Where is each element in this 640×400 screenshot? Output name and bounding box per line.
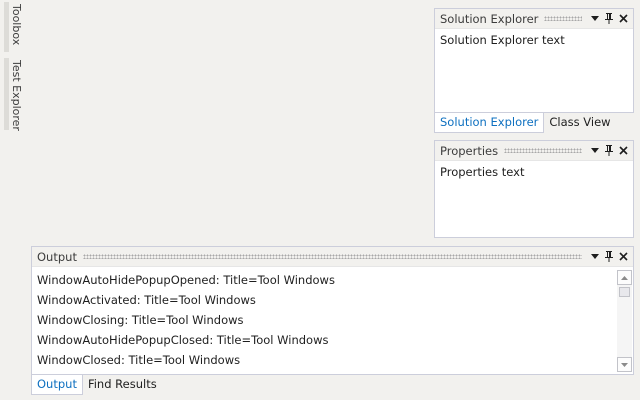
output-tabstrip: Output Find Results	[31, 375, 634, 395]
output-panel: Output WindowAutoHidePopupOpened: Title=…	[31, 246, 634, 375]
tab-find-results[interactable]: Find Results	[83, 375, 162, 395]
output-text-area[interactable]: WindowAutoHidePopupOpened: Title=Tool Wi…	[32, 268, 615, 374]
properties-header[interactable]: Properties	[435, 141, 633, 161]
output-title: Output	[37, 249, 77, 264]
drag-grip[interactable]	[82, 254, 582, 259]
output-header[interactable]: Output	[32, 247, 633, 267]
autohide-tab-toolbox[interactable]: Toolbox	[4, 2, 23, 52]
autohide-tab-test-explorer[interactable]: Test Explorer	[4, 58, 23, 131]
output-line: WindowActivated: Title=Tool Windows	[37, 293, 256, 307]
solution-explorer-tabstrip: Solution Explorer Class View	[434, 113, 634, 133]
close-icon[interactable]	[616, 11, 630, 27]
autohide-tab-test-explorer-label: Test Explorer	[10, 60, 23, 131]
output-line: WindowClosing: Title=Tool Windows	[37, 313, 244, 327]
autohide-strip-left: Toolbox Test Explorer	[0, 0, 23, 400]
dropdown-icon[interactable]	[588, 249, 602, 265]
ide-window: Toolbox Test Explorer Solution Explorer …	[0, 0, 640, 400]
output-vertical-scrollbar[interactable]	[617, 270, 632, 372]
dropdown-icon[interactable]	[588, 11, 602, 27]
solution-explorer-content: Solution Explorer text	[440, 33, 565, 47]
scroll-down-icon[interactable]	[617, 357, 632, 372]
output-line: WindowAutoHidePopupOpened: Title=Tool Wi…	[37, 273, 335, 287]
tab-class-view[interactable]: Class View	[544, 113, 615, 133]
drag-grip[interactable]	[504, 148, 582, 153]
scrollbar-thumb[interactable]	[619, 287, 630, 297]
tab-output[interactable]: Output	[31, 375, 83, 395]
output-line: WindowClosed: Title=Tool Windows	[37, 353, 241, 367]
output-line: WindowAutoHidePopupClosed: Title=Tool Wi…	[37, 333, 329, 347]
dropdown-icon[interactable]	[588, 143, 602, 159]
solution-explorer-title: Solution Explorer	[440, 11, 539, 26]
properties-panel: Properties Properties text	[434, 140, 634, 238]
close-icon[interactable]	[616, 249, 630, 265]
tab-solution-explorer[interactable]: Solution Explorer	[434, 113, 545, 133]
properties-title: Properties	[440, 143, 499, 158]
pin-icon[interactable]	[602, 143, 616, 159]
properties-content: Properties text	[440, 165, 525, 179]
close-icon[interactable]	[616, 143, 630, 159]
autohide-tab-toolbox-label: Toolbox	[10, 4, 23, 46]
solution-explorer-header[interactable]: Solution Explorer	[435, 9, 633, 29]
pin-icon[interactable]	[602, 11, 616, 27]
drag-grip[interactable]	[544, 16, 582, 21]
pin-icon[interactable]	[602, 249, 616, 265]
scroll-up-icon[interactable]	[617, 270, 632, 285]
solution-explorer-panel: Solution Explorer Solution Explorer text	[434, 8, 634, 113]
